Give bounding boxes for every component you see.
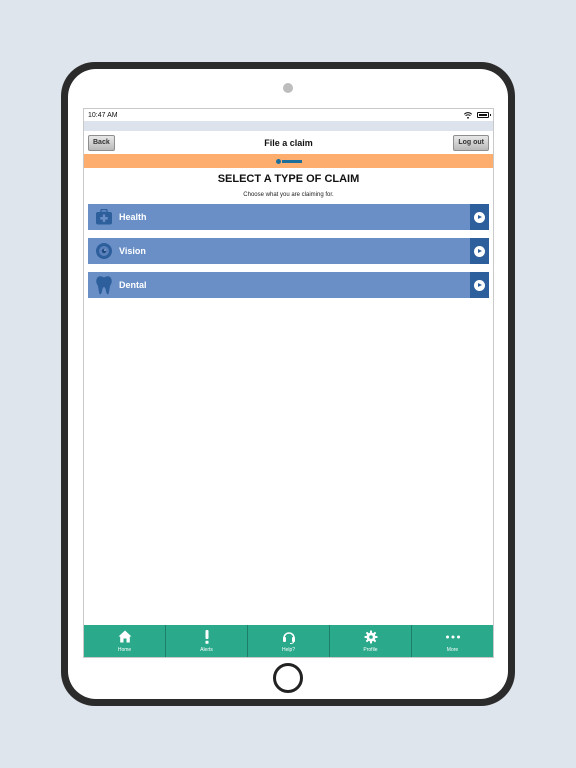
brand-logo — [275, 158, 302, 164]
tab-label: Profile — [363, 646, 378, 653]
battery-icon — [477, 112, 491, 118]
eye-icon — [95, 242, 113, 260]
tab-profile[interactable]: Profile — [330, 625, 412, 657]
headset-icon — [282, 630, 296, 644]
exclamation-icon — [204, 629, 210, 644]
tab-label: Alerts — [200, 646, 213, 653]
claim-type-label: Vision — [119, 246, 146, 256]
home-icon — [118, 630, 132, 644]
status-time: 10:47 AM — [88, 111, 118, 119]
tab-alerts[interactable]: Alerts — [166, 625, 248, 657]
page-title: File a claim — [264, 137, 313, 148]
tab-label: More — [446, 646, 459, 653]
tab-help[interactable]: Help? — [248, 625, 330, 657]
tab-home[interactable]: Home — [84, 625, 166, 657]
gear-icon — [364, 630, 378, 644]
arrow-right-icon[interactable] — [470, 272, 489, 298]
navigation-bar: Back File a claim Log out — [84, 131, 493, 154]
status-bar: 10:47 AM — [84, 109, 493, 121]
tab-label: Help? — [281, 646, 296, 653]
more-dots-icon — [445, 630, 461, 644]
back-button[interactable]: Back — [88, 134, 115, 151]
logout-button[interactable]: Log out — [453, 134, 489, 151]
tab-label: Home — [117, 646, 132, 653]
claim-subheading: Choose what you are claiming for. — [243, 192, 334, 198]
arrow-right-icon[interactable] — [470, 238, 489, 264]
front-camera — [283, 83, 293, 93]
claim-heading: SELECT A TYPE OF CLAIM — [217, 173, 360, 185]
header-strip — [84, 121, 493, 131]
brand-banner — [84, 154, 493, 168]
claim-type-label: Dental — [119, 280, 147, 290]
wifi-icon — [464, 111, 472, 119]
status-indicators — [464, 111, 491, 119]
tooth-icon — [95, 276, 113, 295]
claim-type-vision[interactable]: Vision — [88, 238, 489, 264]
arrow-right-icon[interactable] — [470, 204, 489, 230]
claim-type-health[interactable]: Health — [88, 204, 489, 230]
device-home-button[interactable] — [273, 663, 303, 693]
claim-type-list: Health Vision Dental — [84, 204, 493, 298]
claim-type-label: Health — [119, 212, 147, 222]
bottom-tab-bar: Home Alerts Help? Profile More — [84, 625, 493, 657]
app-screen: 10:47 AM Back File a claim Log out SELEC… — [83, 108, 494, 658]
claim-type-dental[interactable]: Dental — [88, 272, 489, 298]
medical-bag-icon — [95, 208, 113, 226]
tab-more[interactable]: More — [412, 625, 493, 657]
